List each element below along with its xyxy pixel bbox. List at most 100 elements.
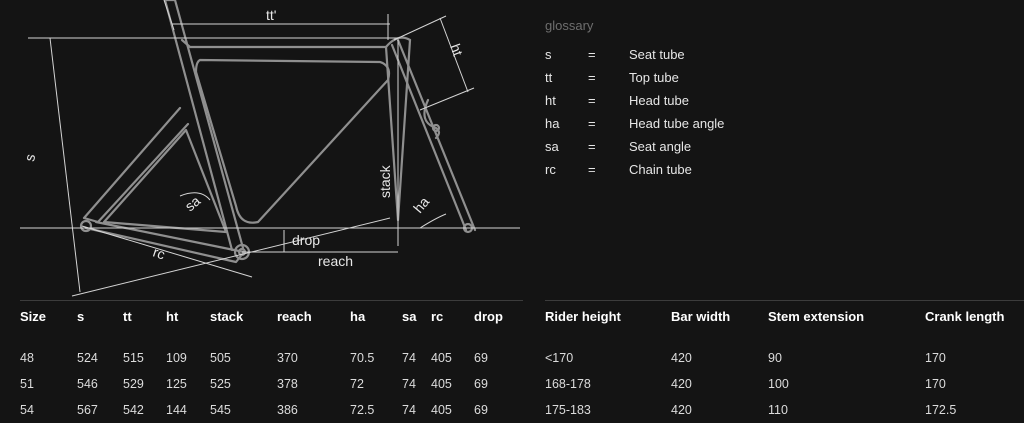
table-cell: 524 (77, 351, 98, 365)
table-row: <170 420 90 170 (545, 331, 1024, 371)
table-cell: 170 (925, 351, 946, 365)
table-cell: 70.5 (350, 351, 375, 365)
column-header: Bar width (671, 300, 768, 331)
table-cell: 505 (210, 351, 231, 365)
frame-main-triangle (194, 58, 391, 224)
table-cell: 48 (20, 351, 34, 365)
glossary-value: Top tube (629, 70, 679, 85)
glossary-item: ht = Head tube (545, 93, 845, 116)
glossary-key: s (545, 47, 552, 62)
table-cell: 420 (671, 351, 692, 365)
table-cell: 100 (768, 377, 789, 391)
glossary-key: sa (545, 139, 559, 154)
column-header: rc (431, 300, 474, 331)
table-cell: 545 (210, 403, 231, 417)
table-row: 175-183 420 110 172.5 (545, 397, 1024, 423)
label-stack: stack (377, 164, 393, 198)
column-header: tt (123, 300, 166, 331)
table-cell: 546 (77, 377, 98, 391)
frame-fork-right (396, 38, 477, 232)
table-cell: 51 (20, 377, 34, 391)
frame-seat-stay (82, 106, 190, 224)
table-cell: 109 (166, 351, 187, 365)
glossary-item: ha = Head tube angle (545, 116, 845, 139)
column-header: Crank length (925, 300, 1024, 331)
column-header: stack (210, 300, 277, 331)
glossary-equals: = (588, 93, 596, 108)
seat-tube-measure-line (49, 37, 81, 293)
table-cell: 74 (402, 377, 416, 391)
table-cell: 378 (277, 377, 298, 391)
top-tube-tick-left (163, 0, 175, 31)
column-header: drop (474, 300, 523, 331)
glossary-equals: = (588, 139, 596, 154)
table-row: 48 524 515 109 505 370 70.5 74 405 69 (20, 331, 523, 371)
table-row: 168-178 420 100 170 (545, 371, 1024, 397)
table-cell: 405 (431, 351, 452, 365)
bike-frame (79, 0, 477, 264)
label-seat-angle: sa (182, 192, 204, 214)
glossary-key: tt (545, 70, 553, 85)
table-cell: 567 (77, 403, 98, 417)
size-table-body: 48 524 515 109 505 370 70.5 74 405 69 51 546 529 125 5… (20, 331, 523, 423)
glossary-key: ha (545, 116, 560, 131)
measurement-lines (20, 0, 520, 297)
label-reach: reach (318, 253, 353, 269)
head-angle-arc (419, 213, 447, 229)
column-header: s (77, 300, 123, 331)
rider-table-body: <170 420 90 170 168-178 420 100 170 175-183 420 11… (545, 331, 1024, 423)
table-cell: 370 (277, 351, 298, 365)
table-cell: 54 (20, 403, 34, 417)
glossary-value: Head tube (629, 93, 689, 108)
glossary-value: Chain tube (629, 162, 692, 177)
column-header: Stem extension (768, 300, 925, 331)
table-cell: 542 (123, 403, 144, 417)
table-cell: 125 (166, 377, 187, 391)
rider-fit-table: Rider height Bar width Stem extension Crank… (545, 300, 1024, 423)
frame-rear-triangle (102, 128, 228, 234)
table-cell: 420 (671, 403, 692, 417)
table-cell: 74 (402, 351, 416, 365)
table-cell: 90 (768, 351, 782, 365)
glossary-key: ht (545, 93, 556, 108)
head-tube-tick-top (393, 15, 447, 41)
table-cell: 525 (210, 377, 231, 391)
column-header: Rider height (545, 300, 671, 331)
column-header: reach (277, 300, 350, 331)
size-table-header: Size s tt ht stack reach ha sa rc drop (20, 300, 523, 331)
glossary-item: rc = Chain tube (545, 162, 845, 185)
table-cell: 386 (277, 403, 298, 417)
label-chain-stay: rc (151, 244, 167, 263)
glossary-value: Seat tube (629, 47, 685, 62)
table-cell: 515 (123, 351, 144, 365)
table-cell: 405 (431, 377, 452, 391)
rider-table-header: Rider height Bar width Stem extension Crank… (545, 300, 1024, 331)
table-cell: 175-183 (545, 403, 591, 417)
glossary-value: Seat angle (629, 139, 692, 154)
label-head-angle: ha (410, 194, 432, 216)
table-row: 51 546 529 125 525 378 72 74 405 69 (20, 371, 523, 397)
glossary-value: Head tube angle (629, 116, 725, 131)
glossary-item: tt = Top tube (545, 70, 845, 93)
glossary-item: sa = Seat angle (545, 139, 845, 162)
glossary-equals: = (588, 116, 596, 131)
column-header: Size (20, 300, 77, 331)
table-cell: 110 (768, 403, 788, 417)
table-row: 54 567 542 144 545 386 72.5 74 405 69 (20, 397, 523, 423)
glossary-title: glossary (545, 18, 594, 33)
frame-seat-tube-right (163, 0, 245, 250)
table-cell: 69 (474, 351, 488, 365)
table-cell: 72 (350, 377, 364, 391)
table-cell: 420 (671, 377, 692, 391)
glossary-equals: = (588, 47, 596, 62)
table-cell: 172.5 (925, 403, 957, 417)
table-cell: 69 (474, 403, 488, 417)
table-cell: 529 (123, 377, 144, 391)
table-cell: 69 (474, 377, 488, 391)
table-cell: 405 (431, 403, 452, 417)
frame-top-tube (180, 36, 412, 49)
table-cell: 72.5 (350, 403, 375, 417)
table-cell: 144 (166, 403, 187, 417)
label-drop: drop (292, 232, 320, 248)
glossary-equals: = (588, 162, 596, 177)
